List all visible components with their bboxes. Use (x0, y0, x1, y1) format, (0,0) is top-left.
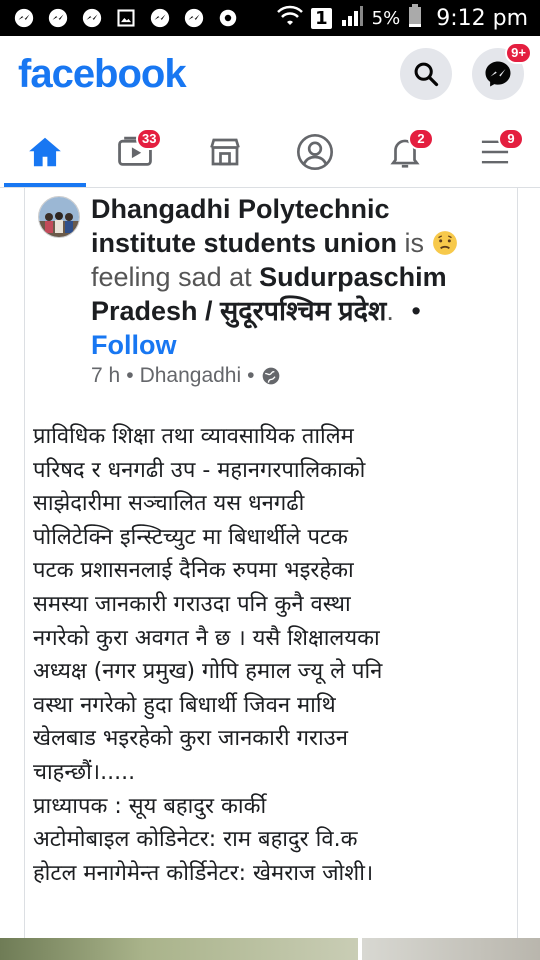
menu-badge: 9 (498, 128, 524, 150)
meta-sep: • (126, 364, 134, 387)
post-card: Dhangadhi Polytechnic institute students… (24, 188, 518, 938)
author-name[interactable]: Dhangadhi Polytechnic institute students… (91, 194, 397, 258)
post-time[interactable]: 7 h (91, 364, 120, 388)
tab-notifications[interactable]: 2 (360, 116, 450, 188)
post-body-line: प्राध्यापक : सूय बहादुर कार्की (33, 793, 267, 819)
post-body-line: समस्या जानकारी गराउदा पनि कुनै वस्था (33, 591, 351, 617)
messenger-badge: 9+ (505, 42, 532, 64)
notification-icons (12, 6, 240, 30)
tab-watch[interactable]: 33 (90, 116, 180, 188)
active-tab-indicator (4, 183, 86, 187)
follow-button[interactable]: Follow (91, 330, 176, 360)
post-body: प्राविधिक शिक्षा तथा व्यावसायिक तालिम पर… (33, 420, 513, 890)
clock: 9:12 pm (436, 5, 528, 31)
tab-marketplace[interactable] (180, 116, 270, 188)
avatar[interactable] (38, 196, 80, 238)
globe-icon (262, 367, 279, 385)
post-body-line: साझेदारीमा सञ्चालित यस धनगढी (33, 491, 305, 517)
watch-badge: 33 (136, 128, 163, 150)
tab-bar: 33 2 9 (0, 116, 540, 188)
post-body-line: चाहन्छौं।..... (33, 759, 136, 785)
feeling-text: feeling sad at (91, 262, 252, 292)
post-body-line: नगरेको कुरा अवगत नै छ । यसै शिक्षालयका (33, 625, 380, 651)
tab-menu[interactable]: 9 (450, 116, 540, 188)
post-image-right[interactable] (362, 938, 540, 960)
battery-percent: 5% (371, 7, 401, 29)
post-body-line: खेलबाड भइरहेको कुरा जानकारी गराउन (33, 726, 348, 752)
post-body-line: अटोमोबाइल कोडिनेटर: राम बहादुर वि.क (33, 827, 358, 853)
dot: . (386, 296, 394, 326)
sim-indicator: 1 (311, 7, 332, 29)
messenger-icon (80, 6, 104, 30)
post-body-line: प्राविधिक शिक्षा तथा व्यावसायिक तालिम (33, 424, 354, 449)
settings-icon (216, 6, 240, 30)
post-body-line: पटक प्रशासनलाई दैनिक रुपमा भइरहेका (33, 558, 354, 584)
is-text: is (404, 228, 425, 258)
post-body-line: अध्यक्ष (नगर प्रमुख) गोपि हमाल ज्यू ले प… (33, 659, 383, 685)
messenger-icon (182, 6, 206, 30)
post-meta: 7 h • Dhangadhi • (91, 364, 281, 388)
battery-icon (408, 3, 422, 33)
post-body-line: परिषद र धनगढी उप - महानगरपालिकाको (33, 457, 366, 483)
wifi-icon (277, 5, 303, 32)
chat-bubble-icon (12, 6, 36, 30)
system-indicators: 1 5% 9:12 pm (277, 0, 528, 36)
tab-home[interactable] (0, 116, 90, 188)
bullet: • (411, 296, 421, 326)
messenger-button[interactable]: 9+ (472, 42, 532, 100)
image-icon (114, 6, 138, 30)
profile-icon (297, 134, 333, 170)
messenger-icon (46, 6, 70, 30)
home-icon (29, 137, 61, 167)
post-body-line: पोलिटेक्नि इन्स्टिच्युट मा बिधार्थीले पट… (33, 524, 348, 550)
messenger-icon (148, 6, 172, 30)
notifications-badge: 2 (408, 128, 434, 150)
messenger-icon (485, 61, 511, 87)
signal-icon (340, 5, 364, 32)
marketplace-icon (210, 138, 240, 166)
search-icon (414, 62, 439, 87)
tab-profile[interactable] (270, 116, 360, 188)
search-button[interactable] (400, 48, 452, 100)
post-body-line: होटल मनागेमेन्त कोर्डिनेटर: खेमराज जोशी। (33, 860, 374, 886)
post-body-line: वस्था नगरेको हुदा बिधार्थी जिवन माथि (33, 692, 336, 718)
post-header: Dhangadhi Polytechnic institute students… (91, 192, 501, 362)
facebook-logo[interactable]: facebook (18, 52, 187, 97)
post-image-left[interactable] (0, 938, 358, 960)
post-location[interactable]: Dhangadhi (140, 364, 242, 388)
status-bar: 1 5% 9:12 pm (0, 0, 540, 36)
meta-sep: • (247, 364, 255, 387)
sad-face-icon (432, 230, 458, 256)
app-header: facebook 9+ (0, 36, 540, 116)
